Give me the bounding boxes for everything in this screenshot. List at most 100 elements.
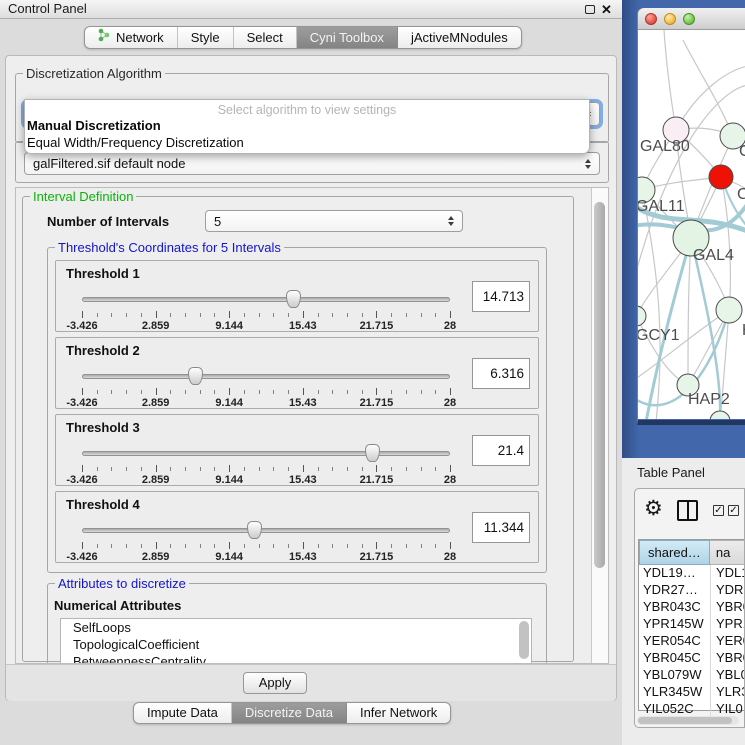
tab-label: jActiveMNodules (411, 27, 508, 49)
threshold-value-field[interactable]: 21.4 (472, 435, 530, 466)
tick-mark (288, 390, 289, 394)
cell-shared-name[interactable]: YBR043C (639, 599, 711, 616)
horizontal-scrollbar[interactable] (637, 716, 739, 725)
network-edge[interactable] (664, 30, 676, 130)
attribute-item-betweennesscentrality[interactable]: BetweennessCentrality (61, 653, 531, 664)
node-table: shared…na YDL19…YDL1YDR27…YDR2YBR043CYBR… (638, 539, 745, 711)
threshold-slider[interactable]: -3.4262.8599.14415.4321.71528 (82, 520, 450, 562)
table-row[interactable]: YBR045CYBR0 (639, 650, 745, 667)
table-data-dropdown[interactable]: galFiltered.sif default node (24, 152, 600, 175)
tick-mark (244, 390, 245, 394)
close-icon[interactable]: ✕ (601, 1, 612, 19)
number-of-intervals-dropdown[interactable]: 5 (205, 210, 463, 232)
slider-track[interactable] (82, 374, 450, 379)
dropdown-stepper-icon (585, 159, 591, 169)
cell-name[interactable]: YER0 (711, 633, 745, 650)
attribute-item-topologicalcoefficient[interactable]: TopologicalCoefficient (61, 636, 531, 653)
slider-thumb[interactable] (365, 444, 380, 462)
algorithm-option-manual-discretization[interactable]: Manual Discretization (25, 117, 589, 134)
slider-track[interactable] (82, 528, 450, 533)
algorithm-option-equal-width-frequency-discretization[interactable]: Equal Width/Frequency Discretization (25, 134, 589, 151)
vertical-scrollbar[interactable] (591, 188, 608, 663)
cell-shared-name[interactable]: YBR045C (639, 650, 711, 667)
threshold-slider[interactable]: -3.4262.8599.14415.4321.71528 (82, 289, 450, 331)
threshold-value-field[interactable]: 14.713 (472, 281, 530, 312)
tick-mark (97, 390, 98, 394)
column-header-shared-name[interactable]: shared… (639, 540, 710, 565)
tick-label: 15.43 (289, 320, 317, 332)
cell-name[interactable]: YLR3 (711, 684, 745, 701)
threshold-value-field[interactable]: 11.344 (472, 512, 530, 543)
cell-name[interactable]: YBR0 (711, 599, 745, 616)
minimize-traffic-light-icon[interactable] (664, 13, 676, 25)
table-row[interactable]: YBL079WYBL0 (639, 667, 745, 684)
cell-shared-name[interactable]: YLR345W (639, 684, 711, 701)
network-edge[interactable] (676, 66, 745, 130)
network-node[interactable] (710, 411, 730, 419)
tab-cyni-toolbox[interactable]: Cyni Toolbox (297, 27, 398, 48)
discretization-algorithm-group-title: Discretization Algorithm (23, 66, 165, 81)
tab-discretize-data[interactable]: Discretize Data (232, 703, 347, 723)
cell-shared-name[interactable]: YPR145W (639, 616, 711, 633)
cell-shared-name[interactable]: YDL19… (639, 565, 711, 582)
cell-name[interactable]: YDR2 (711, 582, 745, 599)
network-node-c[interactable] (709, 165, 733, 189)
table-row[interactable]: YPR145WYPR1 (639, 616, 745, 633)
tick-mark (82, 465, 83, 472)
table-row[interactable]: YDR27…YDR2 (639, 582, 745, 599)
horizontal-scrollbar-thumb[interactable] (638, 717, 732, 724)
attributes-group: Attributes to discretize Numerical Attri… (47, 583, 547, 664)
table-row[interactable]: YLR345WYLR3 (639, 684, 745, 701)
split-columns-icon[interactable] (677, 500, 698, 521)
close-traffic-light-icon[interactable] (645, 13, 657, 25)
slider-track[interactable] (82, 451, 450, 456)
tab-infer-network[interactable]: Infer Network (347, 703, 450, 723)
vertical-scrollbar-thumb[interactable] (594, 202, 605, 568)
tab-jactivemnodules[interactable]: jActiveMNodules (398, 27, 521, 48)
network-node-gcy1[interactable] (638, 306, 646, 326)
tab-network[interactable]: Network (85, 27, 178, 48)
attribute-item-selfloops[interactable]: SelfLoops (61, 619, 531, 636)
tick-mark (259, 467, 260, 471)
network-canvas[interactable]: GAL80GACGAL11GAL4GCY1HHAP2 (638, 30, 745, 419)
table-row[interactable]: YDL19…YDL1 (639, 565, 745, 582)
control-panel-titlebar: Control Panel ✕ (0, 0, 622, 19)
thresholds-group: Threshold's Coordinates for 5 Intervals … (47, 247, 547, 573)
tab-style[interactable]: Style (178, 27, 234, 48)
tick-mark (318, 313, 319, 317)
slider-track[interactable] (82, 297, 450, 302)
cell-name[interactable]: YBR0 (711, 650, 745, 667)
network-node-h[interactable] (716, 297, 742, 323)
threshold-slider[interactable]: -3.4262.8599.14415.4321.71528 (82, 366, 450, 408)
checkbox-icon[interactable]: ✓ (728, 505, 739, 516)
slider-thumb[interactable] (247, 521, 262, 539)
tick-mark (141, 390, 142, 394)
column-header-name[interactable]: na (710, 540, 745, 565)
network-edge[interactable] (688, 238, 691, 385)
tab-select[interactable]: Select (234, 27, 297, 48)
apply-button[interactable]: Apply (243, 672, 307, 694)
gear-icon[interactable]: ⚙ (644, 498, 663, 520)
threshold-value-field[interactable]: 6.316 (472, 358, 530, 389)
checkbox-icon[interactable]: ✓ (713, 505, 724, 516)
tab-impute-data[interactable]: Impute Data (134, 703, 232, 723)
cell-name[interactable]: YPR1 (711, 616, 745, 633)
threshold-4-box: Threshold 4-3.4262.8599.14415.4321.71528… (55, 491, 539, 563)
cell-shared-name[interactable]: YDR27… (639, 582, 711, 599)
threshold-slider[interactable]: -3.4262.8599.14415.4321.71528 (82, 443, 450, 485)
slider-thumb[interactable] (188, 367, 203, 385)
threshold-label: Threshold 3 (66, 420, 140, 435)
zoom-traffic-light-icon[interactable] (683, 13, 695, 25)
cell-name[interactable]: YDL1 (711, 565, 745, 582)
cell-shared-name[interactable]: YER054C (639, 633, 711, 650)
cyni-toolbox-panel: Discretization Algorithm Select algorith… (5, 55, 617, 701)
slider-thumb[interactable] (286, 290, 301, 308)
numerical-attributes-list[interactable]: SelfLoopsTopologicalCoefficientBetweenne… (60, 618, 532, 664)
cell-shared-name[interactable]: YBL079W (639, 667, 711, 684)
cell-name[interactable]: YBL0 (711, 667, 745, 684)
list-scrollbar[interactable] (519, 621, 529, 659)
float-window-icon[interactable] (585, 5, 595, 14)
table-row[interactable]: YER054CYER0 (639, 633, 745, 650)
table-row[interactable]: YBR043CYBR0 (639, 599, 745, 616)
tick-mark (406, 467, 407, 471)
